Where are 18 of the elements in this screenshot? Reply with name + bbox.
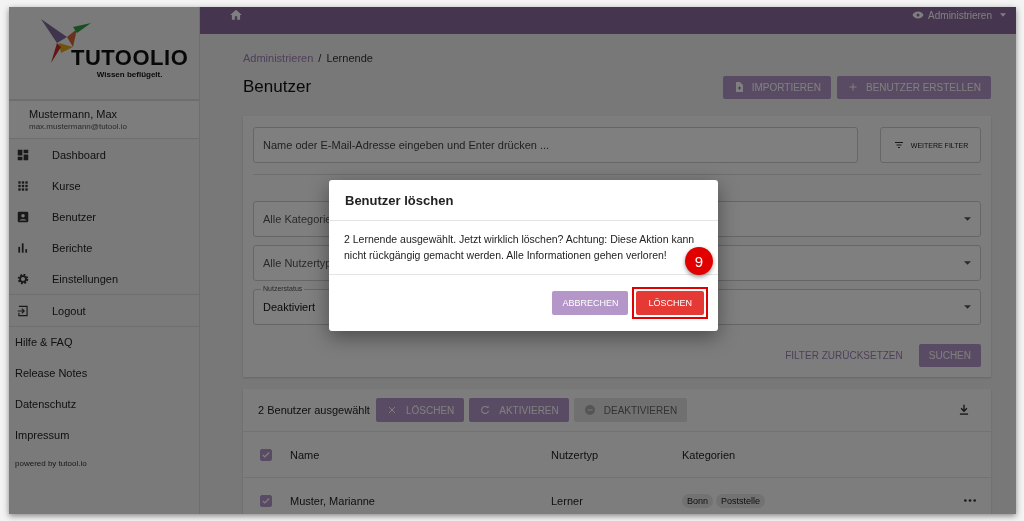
page-title: Benutzer xyxy=(243,77,312,97)
dialog-title: Benutzer löschen xyxy=(329,180,718,221)
logo-wordmark: TUTOOLIO xyxy=(71,47,189,69)
category-tag: Poststelle xyxy=(716,493,766,508)
user-email: max.mustermann@tutool.io xyxy=(29,122,128,131)
user-name: Mustermann, Max xyxy=(29,108,119,120)
user-type-cell-text: Lerner xyxy=(551,494,584,507)
powered-by-text: powered by tutool.io xyxy=(14,458,88,470)
dropdown-value: Deaktiviert xyxy=(263,301,315,313)
selection-count: 2 Benutzer ausgewählt xyxy=(258,404,370,416)
dropdown-value: Alle Nutzertyp xyxy=(263,257,332,269)
step-number-badge: 9 xyxy=(685,247,713,275)
user-name-cell-text: Muster, Marianne xyxy=(290,494,376,507)
logo-tagline: Wissen beflügelt. xyxy=(96,70,163,79)
dropdown-value: Alle Kategorie xyxy=(263,213,332,225)
breadcrumb-current: Lernende xyxy=(326,52,373,64)
breadcrumb-separator: / xyxy=(318,52,322,64)
category-tag: Bonn xyxy=(682,493,714,508)
